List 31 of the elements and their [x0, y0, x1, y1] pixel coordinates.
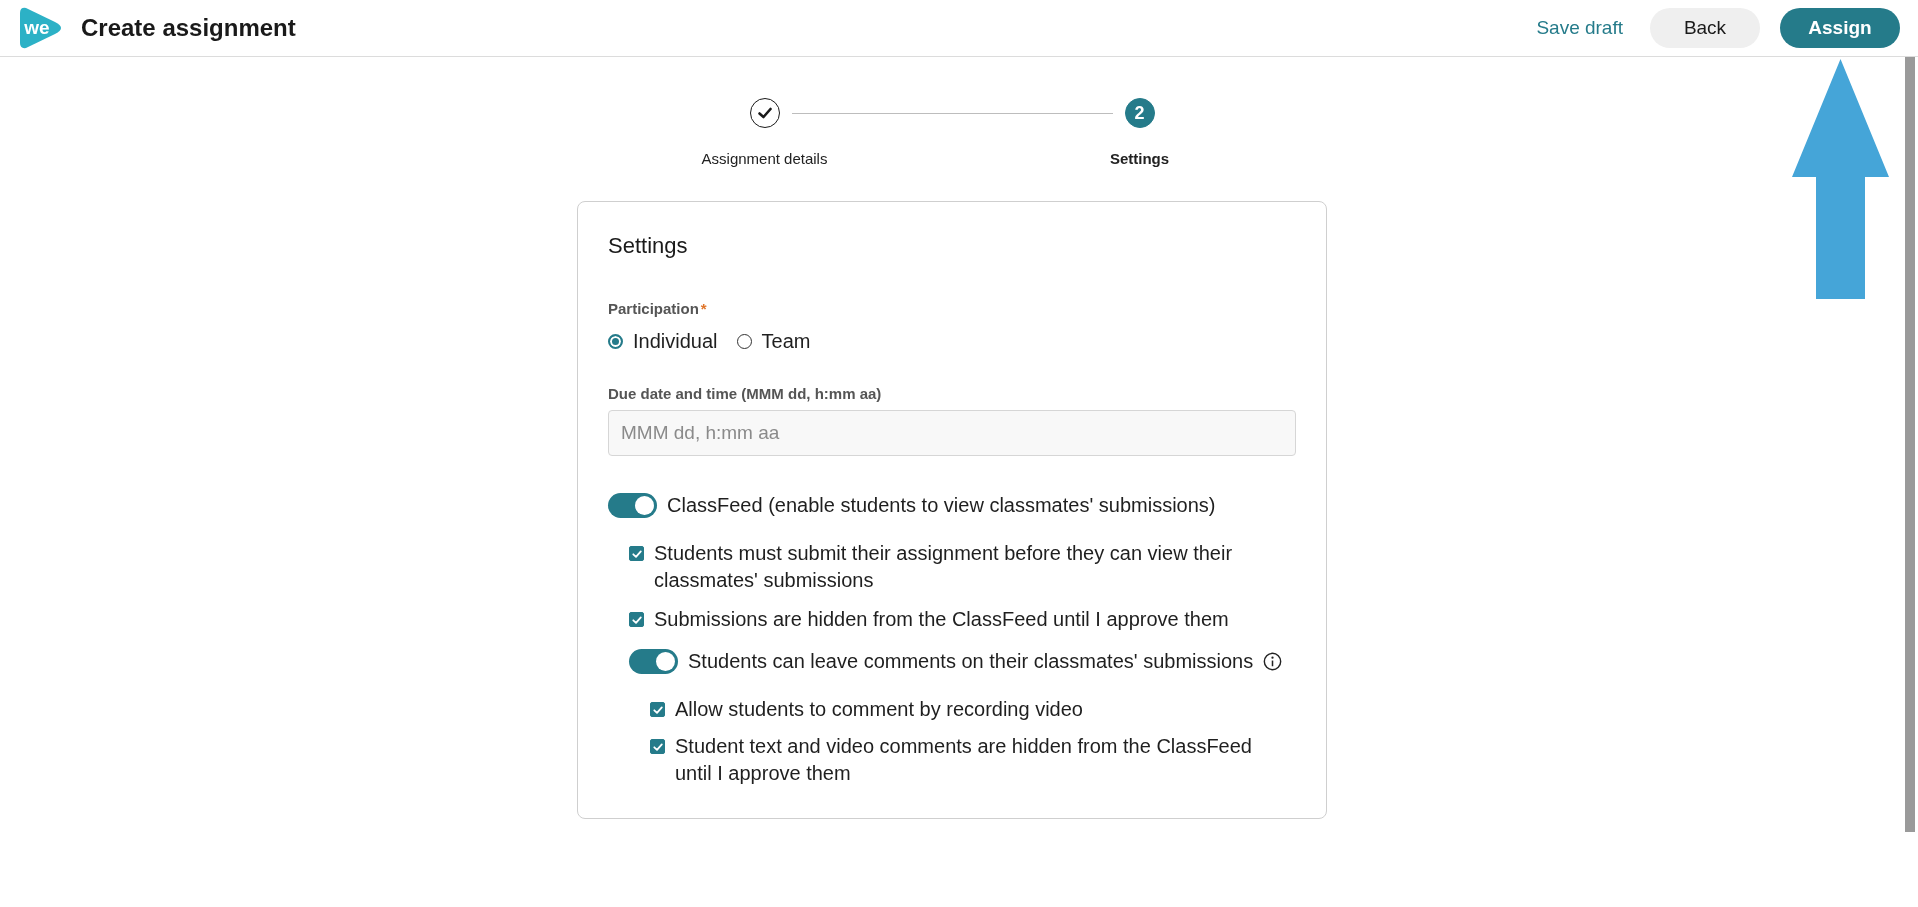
step-label: Assignment details	[701, 149, 828, 169]
radio-label: Individual	[633, 329, 718, 354]
radio-label: Team	[761, 329, 811, 354]
field-label: Due date and time (MMM dd, h:mm aa)	[608, 384, 883, 404]
option-label: Allow students to comment by recording video	[675, 697, 1083, 722]
option-label: Students must submit their assignment before they can view their classmates' submissions	[654, 541, 1234, 593]
checkbox[interactable]	[629, 546, 644, 561]
step-indicator: 2	[1124, 98, 1155, 128]
check-icon	[756, 105, 773, 121]
option-label: ClassFeed (enable students to view classmates' submissions)	[667, 493, 1216, 518]
scrollbar-thumb[interactable]	[1905, 57, 1915, 832]
info-icon[interactable]	[1263, 652, 1283, 671]
card-title: Settings	[608, 232, 689, 260]
save-draft-link[interactable]: Save draft	[1536, 16, 1623, 40]
checkbox[interactable]	[650, 739, 665, 754]
assign-button[interactable]: Assign	[1780, 8, 1900, 48]
checkbox[interactable]	[650, 702, 665, 717]
page-title: Create assignment	[81, 13, 296, 43]
toggle-switch[interactable]	[608, 493, 657, 518]
back-button[interactable]: Back	[1650, 8, 1760, 48]
toggle-switch[interactable]	[629, 649, 678, 674]
step-label: Settings	[1109, 149, 1170, 169]
option-label: Submissions are hidden from the ClassFeed until I approve them	[654, 607, 1229, 632]
radio-button[interactable]	[736, 334, 752, 349]
date-input[interactable]: MMM dd, h:mm aa	[608, 410, 1296, 456]
checkbox[interactable]	[629, 612, 644, 627]
field-label: Participation	[608, 299, 699, 319]
option-label: Student text and video comments are hidden from the ClassFeed until I approve them	[675, 734, 1253, 786]
radio-button[interactable]	[608, 334, 623, 349]
option-label: Students can leave comments on their classmates' submissions	[688, 649, 1254, 674]
required-asterisk: *	[700, 299, 707, 319]
